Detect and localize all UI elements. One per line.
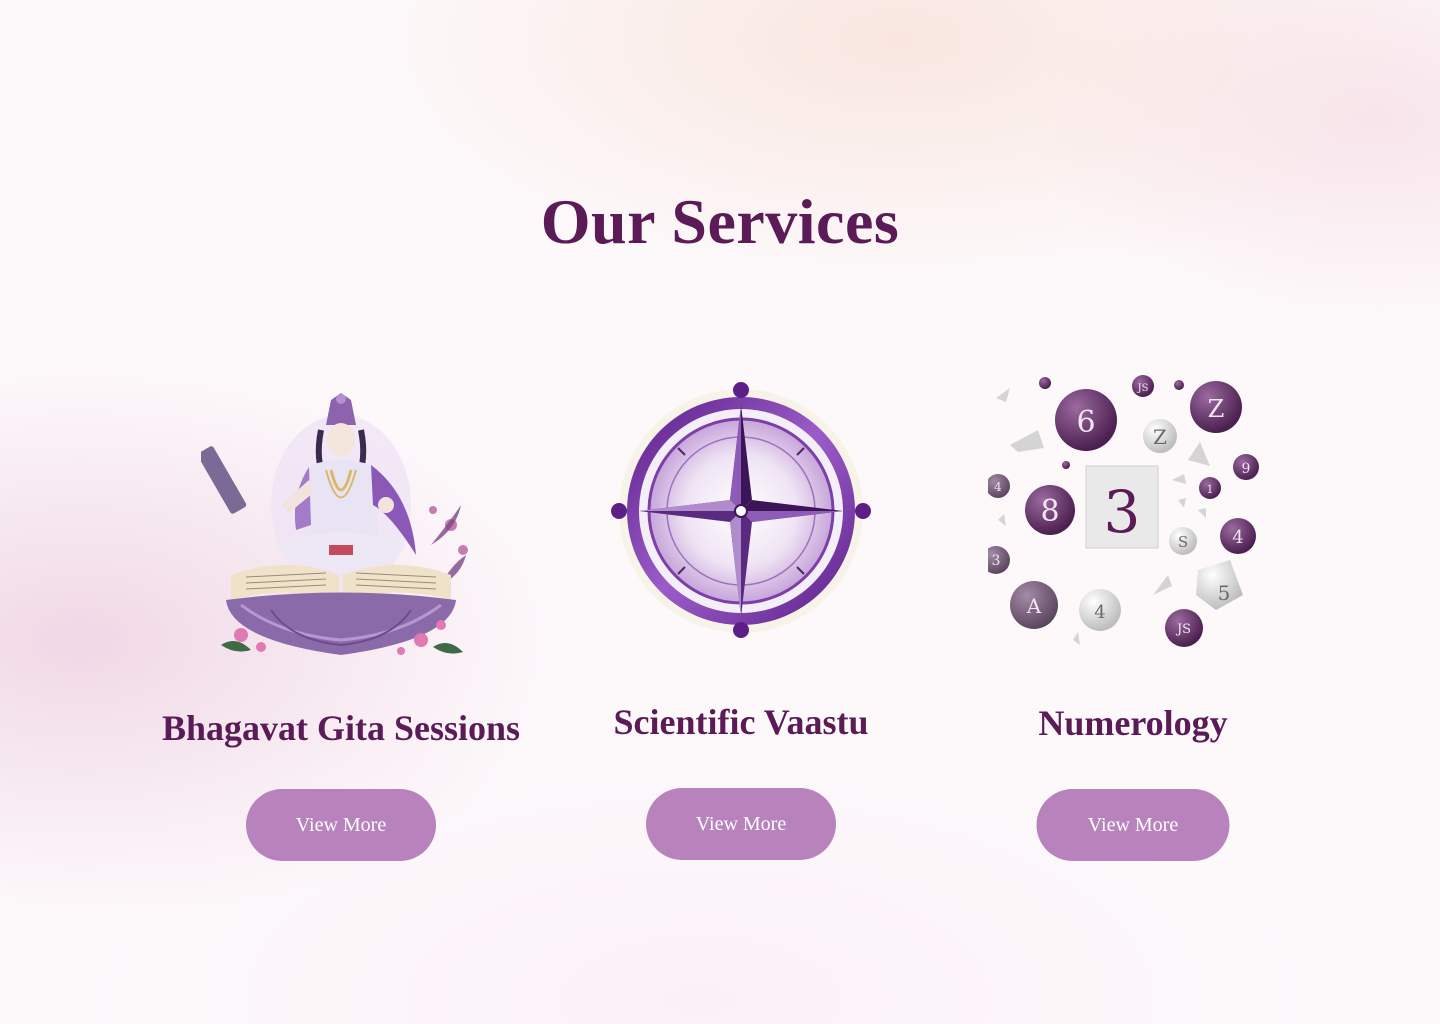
service-card-bhagavat-gita: Bhagavat Gita Sessions View More xyxy=(131,0,551,1024)
svg-text:Z: Z xyxy=(1153,425,1167,449)
svg-text:JS: JS xyxy=(1175,622,1191,637)
svg-text:8: 8 xyxy=(1040,494,1059,529)
svg-text:3: 3 xyxy=(1104,478,1141,546)
view-more-button[interactable]: View More xyxy=(646,788,836,860)
view-more-button[interactable]: View More xyxy=(246,789,436,861)
floating-numbers-icon: 3 6 JS Z 9 8 4 1 4 3 A JS Z S 4 5 xyxy=(988,375,1259,647)
view-more-button[interactable]: View More xyxy=(1036,789,1230,861)
svg-text:4: 4 xyxy=(1232,527,1243,548)
service-name: Scientific Vaastu xyxy=(613,702,869,742)
compass-icon xyxy=(611,382,871,638)
service-card-scientific-vaastu: Scientific Vaastu View More xyxy=(531,0,951,1024)
svg-text:Z: Z xyxy=(1208,395,1225,423)
svg-text:1: 1 xyxy=(1207,483,1214,496)
svg-text:5: 5 xyxy=(1218,581,1231,605)
svg-text:JS: JS xyxy=(1137,383,1149,394)
service-name: Numerology xyxy=(1038,703,1228,743)
svg-text:6: 6 xyxy=(1076,405,1095,440)
svg-text:3: 3 xyxy=(992,553,1001,569)
krishna-on-lotus-book-icon xyxy=(201,393,468,655)
svg-text:4: 4 xyxy=(1094,602,1105,623)
service-name: Bhagavat Gita Sessions xyxy=(161,708,521,748)
svg-text:4: 4 xyxy=(994,480,1002,494)
svg-text:S: S xyxy=(1178,533,1188,551)
service-card-numerology: 3 6 JS Z 9 8 4 1 4 3 A JS Z S 4 5 Numero… xyxy=(923,0,1343,1024)
svg-text:9: 9 xyxy=(1242,461,1251,477)
svg-text:A: A xyxy=(1026,594,1042,618)
